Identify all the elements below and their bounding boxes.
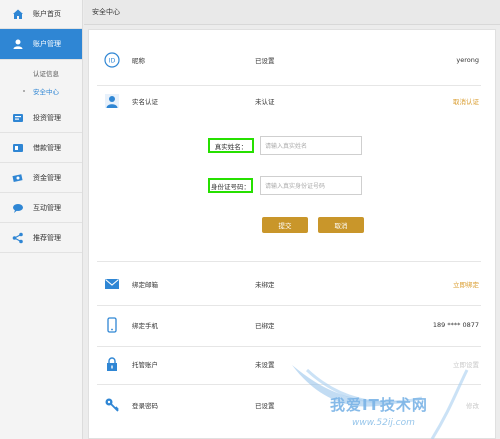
share-icon bbox=[12, 232, 24, 244]
page-title: 安全中心 bbox=[92, 8, 120, 16]
lock-icon bbox=[103, 355, 121, 373]
user-icon bbox=[12, 38, 24, 50]
real-name-label: 真实姓名： bbox=[208, 138, 254, 153]
row-status: 已设置 bbox=[255, 402, 275, 410]
row-status: 未设置 bbox=[255, 361, 275, 369]
row-escrow: 托管账户 未设置 立即设置 bbox=[99, 349, 479, 379]
person-icon bbox=[103, 92, 121, 110]
sidebar-subitem-security-center[interactable]: 安全中心 bbox=[0, 82, 82, 100]
sidebar-item-home[interactable]: 账户首页 bbox=[0, 0, 82, 29]
sidebar-item-funds[interactable]: 资金管理 bbox=[0, 164, 82, 193]
row-status: 未认证 bbox=[255, 98, 275, 106]
change-password-link[interactable]: 修改 bbox=[466, 400, 479, 410]
bind-email-link[interactable]: 立即绑定 bbox=[453, 279, 479, 289]
main-content: 安全中心 ID 昵称 已设置 yerong 实名认证 未认证 取消认证 真实姓名… bbox=[84, 0, 500, 439]
sidebar-item-invest[interactable]: 投资管理 bbox=[0, 104, 82, 133]
id-icon: ID bbox=[103, 51, 121, 69]
id-number-input[interactable]: 请输入真实身份证号码 bbox=[260, 176, 362, 195]
id-number-placeholder: 请输入真实身份证号码 bbox=[265, 183, 326, 190]
row-label: 绑定手机 bbox=[132, 322, 158, 330]
key-icon bbox=[103, 396, 121, 414]
submit-label: 提交 bbox=[278, 222, 292, 230]
id-number-label-text: 身份证号码： bbox=[211, 182, 250, 191]
money-icon bbox=[12, 172, 24, 184]
phone-icon bbox=[103, 316, 121, 334]
security-panel: ID 昵称 已设置 yerong 实名认证 未认证 取消认证 真实姓名： 请输入… bbox=[88, 29, 496, 439]
real-name-input[interactable]: 请输入真实姓名 bbox=[260, 136, 362, 155]
invest-icon bbox=[12, 112, 24, 124]
cancel-verification-link[interactable]: 取消认证 bbox=[453, 96, 479, 106]
subitem-label: 认证信息 bbox=[33, 70, 59, 78]
row-realname: 实名认证 未认证 取消认证 bbox=[99, 86, 479, 116]
row-status: 已绑定 bbox=[255, 322, 275, 330]
sidebar-item-referral[interactable]: 推荐管理 bbox=[0, 224, 82, 253]
sidebar-item-label: 账户首页 bbox=[33, 10, 61, 18]
sidebar-item-label: 推荐管理 bbox=[33, 234, 61, 242]
row-nickname: ID 昵称 已设置 yerong bbox=[99, 45, 479, 75]
row-password: 登录密码 已设置 修改 bbox=[99, 390, 479, 420]
subitem-label: 安全中心 bbox=[33, 88, 59, 96]
row-label: 登录密码 bbox=[132, 402, 158, 410]
sidebar-item-interact[interactable]: 互动管理 bbox=[0, 194, 82, 223]
sidebar: 账户首页 账户管理 认证信息 安全中心 投资管理 借款管理 资金管理 互动管理 … bbox=[0, 0, 83, 439]
sidebar-item-label: 资金管理 bbox=[33, 174, 61, 182]
row-label: 托管账户 bbox=[132, 361, 158, 369]
svg-text:ID: ID bbox=[109, 58, 116, 65]
setup-escrow-link[interactable]: 立即设置 bbox=[453, 359, 479, 369]
row-email: 绑定邮箱 未绑定 立即绑定 bbox=[99, 269, 479, 299]
envelope-icon bbox=[103, 275, 121, 293]
row-phone: 绑定手机 已绑定 189 **** 0877 bbox=[99, 310, 479, 340]
sidebar-item-label: 账户管理 bbox=[33, 40, 61, 48]
row-status: 已设置 bbox=[255, 57, 275, 65]
home-icon bbox=[12, 8, 24, 20]
bullet-icon bbox=[23, 90, 25, 92]
row-status: 未绑定 bbox=[255, 281, 275, 289]
divider bbox=[97, 261, 481, 262]
sidebar-item-label: 互动管理 bbox=[33, 204, 61, 212]
row-label: 昵称 bbox=[132, 57, 145, 65]
sidebar-item-loan[interactable]: 借款管理 bbox=[0, 134, 82, 163]
row-label: 绑定邮箱 bbox=[132, 281, 158, 289]
row-label: 实名认证 bbox=[132, 98, 158, 106]
sidebar-item-label: 投资管理 bbox=[33, 114, 61, 122]
real-name-placeholder: 请输入真实姓名 bbox=[265, 143, 308, 150]
divider bbox=[97, 305, 481, 306]
row-value: yerong bbox=[456, 56, 479, 64]
divider bbox=[97, 384, 481, 385]
cancel-button[interactable]: 取消 bbox=[318, 217, 364, 233]
chat-icon bbox=[12, 202, 24, 214]
app-window: 账户首页 账户管理 认证信息 安全中心 投资管理 借款管理 资金管理 互动管理 … bbox=[0, 0, 500, 439]
divider bbox=[97, 346, 481, 347]
loan-icon bbox=[12, 142, 24, 154]
sidebar-subitem-auth-info[interactable]: 认证信息 bbox=[0, 64, 82, 82]
submit-button[interactable]: 提交 bbox=[262, 217, 308, 233]
page-title-bar: 安全中心 bbox=[84, 0, 500, 25]
real-name-label-text: 真实姓名： bbox=[214, 142, 248, 151]
sidebar-item-label: 借款管理 bbox=[33, 144, 61, 152]
cancel-label: 取消 bbox=[334, 222, 348, 230]
sidebar-item-account[interactable]: 账户管理 bbox=[0, 29, 82, 60]
row-value: 189 **** 0877 bbox=[432, 321, 479, 329]
id-number-label: 身份证号码： bbox=[208, 178, 253, 193]
